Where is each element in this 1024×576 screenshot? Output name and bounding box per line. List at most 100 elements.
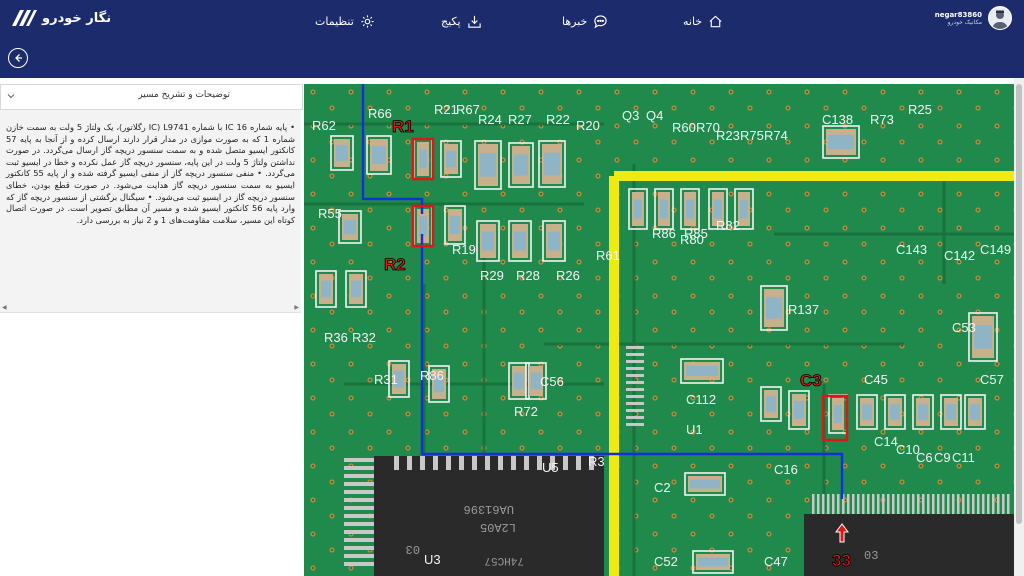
ic-pin	[977, 494, 980, 514]
ic-pin	[563, 456, 568, 470]
silkscreen-label: C9	[934, 450, 951, 465]
ic-pin	[626, 416, 644, 419]
smd-component	[345, 270, 367, 308]
silkscreen-label: R62	[312, 118, 336, 133]
ic-pin	[812, 494, 815, 514]
user-avatar-icon	[992, 10, 1008, 29]
smd-component	[538, 140, 566, 188]
brand-logo[interactable]: نگار خودرو	[10, 8, 111, 28]
scroll-right-arrow[interactable]: ▶	[294, 304, 299, 311]
silkscreen-label: R72	[514, 404, 538, 419]
gear-icon	[361, 15, 374, 28]
smd-component	[508, 220, 532, 262]
ic-pin	[344, 490, 374, 494]
ic-pin	[907, 494, 910, 514]
silkscreen-label: R22	[546, 112, 570, 127]
panel-header[interactable]: توضیحات و تشریح مسیر	[0, 84, 303, 110]
callout-c3: C3	[800, 371, 822, 390]
silkscreen-label: U1	[686, 422, 703, 437]
chip-text-4: 74HC57	[484, 554, 524, 566]
back-button[interactable]	[8, 48, 28, 68]
ic-pin	[847, 494, 850, 514]
ic-pin	[867, 494, 870, 514]
chevron-down-icon[interactable]	[7, 92, 15, 100]
silkscreen-label: C14	[874, 434, 898, 449]
ic-pin	[446, 456, 451, 470]
ic-pin	[997, 494, 1000, 514]
ic-pin	[344, 538, 374, 542]
silkscreen-label: R24	[478, 112, 502, 127]
silkscreen-label: R86	[420, 368, 444, 383]
ic-pin	[1007, 494, 1010, 514]
panel-title: توضیحات و تشریح مسیر	[138, 90, 230, 100]
user-profile[interactable]: negar83860 مکانیک خودرو	[935, 6, 1012, 30]
silkscreen-label: R23	[716, 128, 740, 143]
logo-icon	[12, 10, 37, 26]
ic-pin	[937, 494, 940, 514]
silkscreen-label: C2	[654, 480, 671, 495]
ic-pin	[1002, 494, 1005, 514]
nav-news[interactable]: خبرها	[562, 14, 608, 29]
ic-pin	[626, 402, 644, 405]
ic-pin	[992, 494, 995, 514]
nav-news-label: خبرها	[562, 15, 588, 28]
user-name: negar83860	[934, 10, 982, 19]
ic-pin	[982, 494, 985, 514]
silkscreen-label: R26	[556, 268, 580, 283]
ic-pin	[932, 494, 935, 514]
silkscreen-label: R67	[456, 102, 480, 117]
smd-component	[330, 135, 354, 171]
ic-pin	[626, 374, 644, 377]
smd-component	[476, 220, 500, 262]
silkscreen-label: R25	[908, 102, 932, 117]
ic-pin	[576, 456, 581, 470]
ic-pin	[837, 494, 840, 514]
ic-pin	[987, 494, 990, 514]
ic-pin	[344, 474, 374, 478]
ic-pin	[344, 458, 374, 462]
nav-settings[interactable]: تنظیمات	[315, 14, 375, 29]
chip-text-3: 03	[406, 542, 420, 556]
ic-pin	[626, 360, 644, 363]
silkscreen-label: U3	[424, 552, 441, 567]
smd-component	[338, 210, 362, 244]
smd-component	[822, 125, 860, 159]
ic-pin	[344, 498, 374, 502]
nav-package-label: پکیج	[441, 15, 461, 28]
scrollbar-thumb[interactable]	[1016, 84, 1022, 524]
vertical-scrollbar[interactable]	[1014, 78, 1024, 576]
ic-pin	[626, 395, 644, 398]
ic-pin	[626, 388, 644, 391]
smd-component	[444, 205, 466, 245]
ic-pin	[626, 381, 644, 384]
smd-component	[692, 550, 734, 574]
smd-component	[940, 394, 962, 430]
ic-pin	[897, 494, 900, 514]
silkscreen-label: C138	[822, 112, 853, 127]
smd-component	[474, 140, 502, 190]
route-description: • پایه شماره 16 IC با شماره L9741 (IC رگ…	[6, 122, 296, 225]
nav-package[interactable]: پکیج	[441, 14, 482, 29]
ic-pin	[626, 346, 644, 349]
description-panel: توضیحات و تشریح مسیر • پایه شماره 16 IC …	[0, 84, 303, 576]
smd-component	[760, 386, 782, 422]
silkscreen-label: R21	[434, 102, 458, 117]
ic-pin	[459, 456, 464, 470]
silkscreen-label: Q4	[646, 108, 663, 123]
smd-component	[856, 394, 878, 430]
ic-pin	[344, 522, 374, 526]
ic-pin	[394, 456, 399, 470]
ic-pin	[852, 494, 855, 514]
ic-pin	[626, 367, 644, 370]
ic-pin	[922, 494, 925, 514]
nav-home[interactable]: خانه	[683, 14, 723, 29]
ic-pin	[947, 494, 950, 514]
scroll-left-arrow[interactable]: ◀	[2, 304, 7, 311]
silkscreen-label: C149	[980, 242, 1011, 257]
smd-component	[760, 285, 788, 331]
ic-pin	[962, 494, 965, 514]
silkscreen-label: R75	[740, 128, 764, 143]
silkscreen-label: U5	[542, 460, 559, 475]
top-navigation-bar: نگار خودرو تنظیمات پکیج خبرها خانه negar…	[0, 0, 1024, 78]
callout-r1: R1	[392, 117, 414, 136]
